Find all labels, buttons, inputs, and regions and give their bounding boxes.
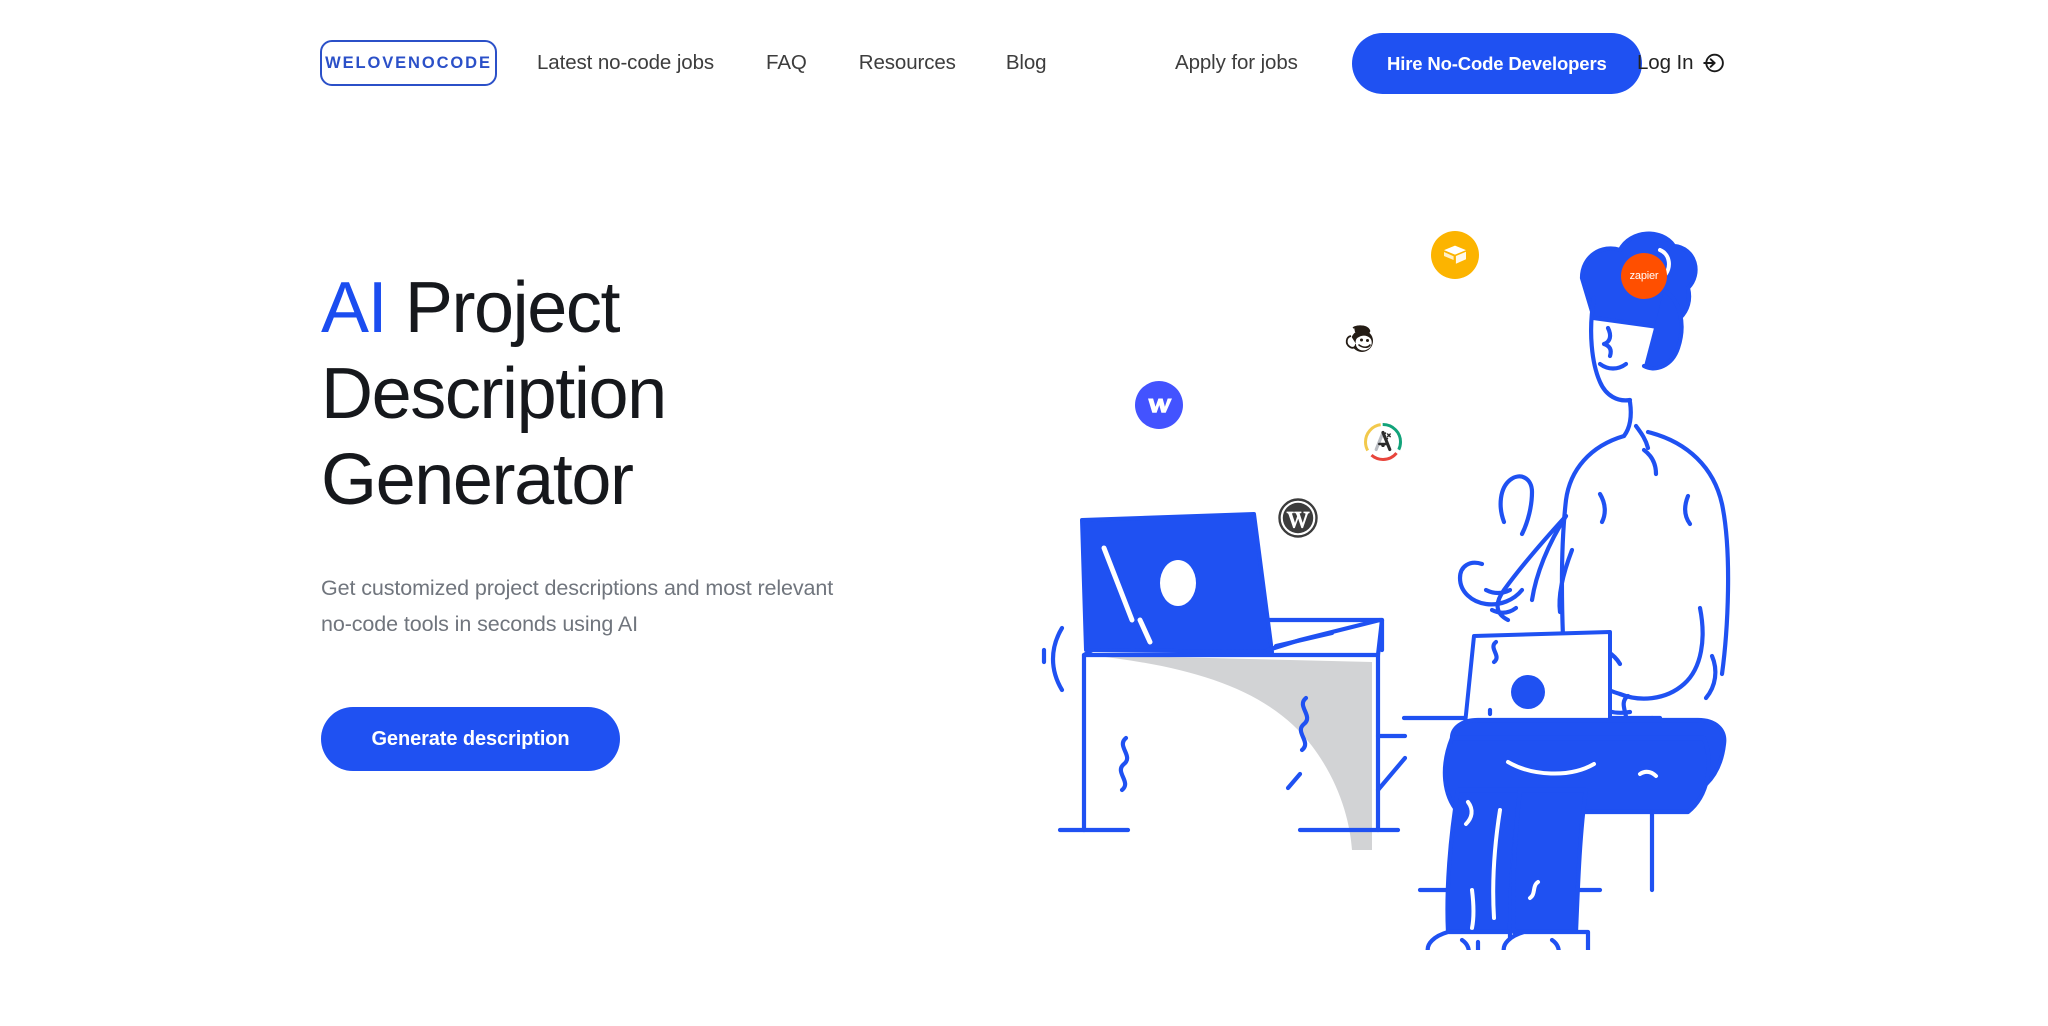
page-root: WELOVENOCODE Latest no-code jobs FAQ Res… (0, 0, 2048, 1026)
hero-content: AI Project Description Generator Get cus… (321, 265, 901, 771)
primary-navigation: Latest no-code jobs FAQ Resources Blog (537, 40, 1047, 86)
generate-description-button[interactable]: Generate description (321, 707, 620, 771)
airtable-logo-icon (1431, 231, 1479, 279)
mailchimp-logo-icon (1341, 321, 1377, 357)
zapier-logo-icon: zapier (1621, 253, 1667, 299)
login-label: Log In (1637, 51, 1694, 74)
zapier-wordmark: zapier (1629, 270, 1659, 282)
site-logo[interactable]: WELOVENOCODE (320, 40, 497, 86)
apply-for-jobs-link[interactable]: Apply for jobs (1175, 40, 1298, 86)
hire-no-code-developers-button[interactable]: Hire No-Code Developers (1352, 33, 1642, 94)
nav-link-blog[interactable]: Blog (1006, 51, 1047, 75)
login-arrow-icon (1702, 52, 1725, 74)
site-logo-text: WELOVENOCODE (325, 53, 492, 72)
site-header: WELOVENOCODE Latest no-code jobs FAQ Res… (0, 0, 2048, 124)
adalo-logo-icon (1362, 421, 1404, 463)
wordpress-logo-icon (1277, 497, 1319, 539)
nav-link-resources[interactable]: Resources (859, 51, 956, 75)
hero-subheadline: Get customized project descriptions and … (321, 576, 834, 636)
nav-link-latest-no-code-jobs[interactable]: Latest no-code jobs (537, 51, 714, 75)
headline-accent: AI (321, 268, 388, 348)
page-title: AI Project Description Generator (321, 265, 901, 523)
nav-link-faq[interactable]: FAQ (766, 51, 807, 75)
login-button[interactable]: Log In (1637, 40, 1725, 86)
webflow-logo-icon (1135, 381, 1183, 429)
